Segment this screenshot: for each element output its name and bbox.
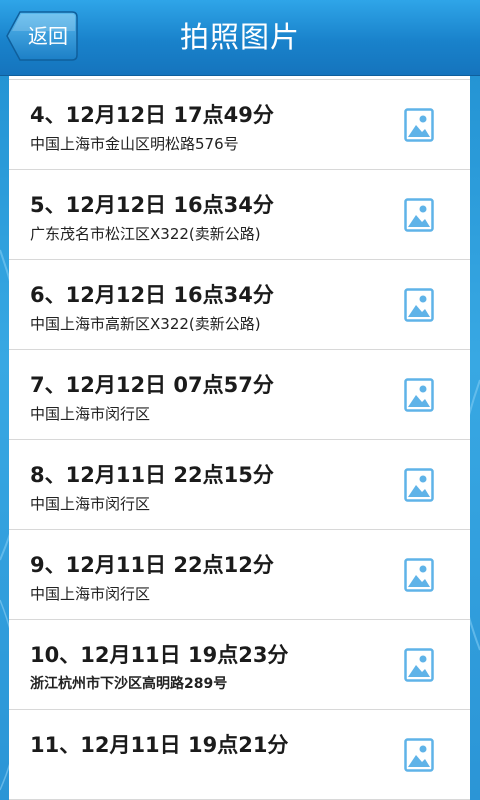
- list-item[interactable]: 9、12月11日 22点12分 中国上海市闵行区: [9, 530, 470, 620]
- record-address: 中国上海市闵行区: [30, 585, 151, 603]
- image-icon[interactable]: [404, 378, 434, 412]
- record-time: 5、12月12日 16点34分: [30, 193, 274, 217]
- image-icon[interactable]: [404, 468, 434, 502]
- record-address: 中国上海市闵行区: [30, 405, 151, 423]
- record-time: 7、12月12日 07点57分: [30, 373, 274, 397]
- list-item[interactable]: 8、12月11日 22点15分 中国上海市闵行区: [9, 440, 470, 530]
- page-title: 拍照图片: [179, 20, 300, 54]
- image-icon[interactable]: [404, 558, 434, 592]
- image-icon[interactable]: [404, 648, 434, 682]
- record-time: 9、12月11日 22点12分: [30, 553, 274, 577]
- image-icon[interactable]: [404, 108, 434, 142]
- list-item[interactable]: 4、12月12日 17点49分 中国上海市金山区明松路576号: [9, 80, 470, 170]
- image-icon[interactable]: [404, 198, 434, 232]
- record-address: 中国上海市闵行区: [30, 495, 151, 513]
- record-time: 8、12月11日 22点15分: [30, 463, 274, 487]
- record-time: 10、12月11日 19点23分: [30, 643, 289, 667]
- record-time: 6、12月12日 16点34分: [30, 283, 274, 307]
- record-address: 中国上海市高新区X322(卖新公路): [30, 315, 261, 333]
- record-time: 11、12月11日 19点21分: [30, 733, 289, 757]
- record-address: 中国上海市金山区明松路576号: [30, 135, 239, 153]
- record-address: 浙江杭州市下沙区高明路289号: [30, 676, 228, 692]
- image-icon[interactable]: [404, 738, 434, 772]
- record-address: 广东茂名市松江区X322(卖新公路): [30, 225, 261, 243]
- title-bar: 返回 拍照图片: [0, 0, 480, 76]
- list-item[interactable]: 5、12月12日 16点34分 广东茂名市松江区X322(卖新公路): [9, 170, 470, 260]
- list-item[interactable]: 10、12月11日 19点23分 浙江杭州市下沙区高明路289号: [9, 620, 470, 710]
- image-icon[interactable]: [404, 288, 434, 322]
- list-item[interactable]: 6、12月12日 16点34分 中国上海市高新区X322(卖新公路): [9, 260, 470, 350]
- list-item[interactable]: 11、12月11日 19点21分: [9, 710, 470, 800]
- record-time: 4、12月12日 17点49分: [30, 103, 274, 127]
- photo-record-list[interactable]: 4、12月12日 17点49分 中国上海市金山区明松路576号 5、12月12日…: [9, 76, 470, 800]
- list-item[interactable]: 7、12月12日 07点57分 中国上海市闵行区: [9, 350, 470, 440]
